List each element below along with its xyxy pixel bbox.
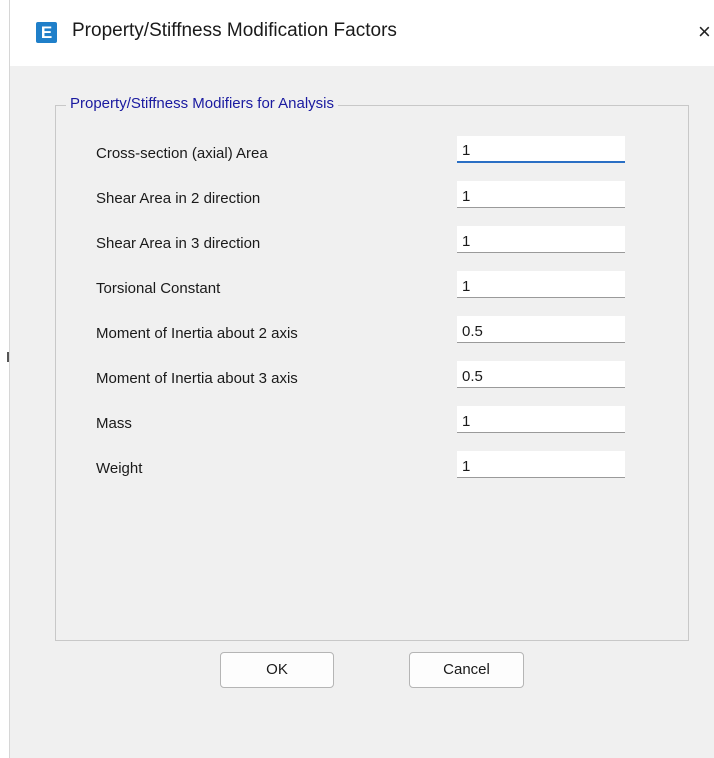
moment-inertia-3-field[interactable] xyxy=(457,361,625,388)
ok-button[interactable]: OK xyxy=(220,652,334,688)
app-icon: E xyxy=(36,22,57,43)
cross-section-area-field[interactable] xyxy=(457,136,625,163)
title-bar[interactable]: E Property/Stiffness Modification Factor… xyxy=(10,0,714,66)
window-title: Property/Stiffness Modification Factors xyxy=(72,20,397,41)
groupbox-label: Property/Stiffness Modifiers for Analysi… xyxy=(66,95,338,112)
moment-inertia-2-field[interactable] xyxy=(457,316,625,343)
shear-area-2-field[interactable] xyxy=(457,181,625,208)
close-icon[interactable]: × xyxy=(698,18,714,46)
weight-field[interactable] xyxy=(457,451,625,478)
dialog-window: E Property/Stiffness Modification Factor… xyxy=(0,0,714,758)
label-mass: Mass xyxy=(96,415,132,432)
mass-field[interactable] xyxy=(457,406,625,433)
label-shear-area-2: Shear Area in 2 direction xyxy=(96,190,261,207)
cancel-button[interactable]: Cancel xyxy=(409,652,524,688)
window-edge-mark xyxy=(7,352,9,362)
label-cross-section-area: Cross-section (axial) Area xyxy=(96,145,268,162)
dialog-body: Property/Stiffness Modifiers for Analysi… xyxy=(10,66,714,758)
label-torsional-constant: Torsional Constant xyxy=(96,280,221,297)
label-moment-inertia-3: Moment of Inertia about 3 axis xyxy=(96,370,298,387)
label-shear-area-3: Shear Area in 3 direction xyxy=(96,235,261,252)
background-window-edge xyxy=(0,0,10,758)
label-weight: Weight xyxy=(96,460,143,477)
shear-area-3-field[interactable] xyxy=(457,226,625,253)
torsional-constant-field[interactable] xyxy=(457,271,625,298)
label-moment-inertia-2: Moment of Inertia about 2 axis xyxy=(96,325,298,342)
